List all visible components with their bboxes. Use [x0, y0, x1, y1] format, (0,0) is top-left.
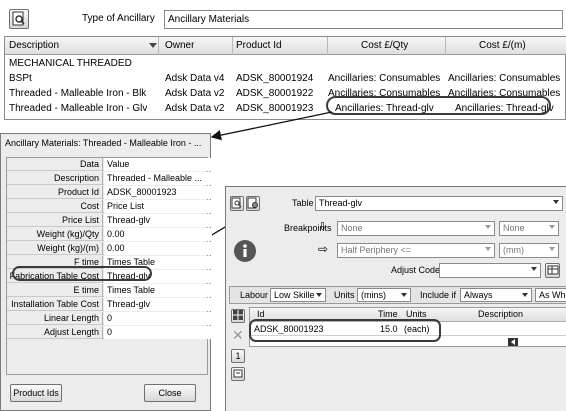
- property-label: Weight (kg)/(m): [7, 242, 103, 255]
- breakpoint-1-select[interactable]: None: [337, 221, 495, 236]
- chevron-down-icon: [553, 200, 559, 204]
- chevron-down-icon: [401, 293, 407, 297]
- chevron-down-icon: [549, 247, 555, 251]
- times-table-panel: Table Thread-glv Breakpoints ⇩ None None…: [225, 186, 566, 411]
- chevron-down-icon: [485, 247, 491, 251]
- edit-table-icon: [547, 265, 558, 275]
- labour-toolbar: Labour Low Skille Units (mins) Include i…: [229, 286, 566, 304]
- arrow-right-icon: ⇨: [318, 242, 329, 256]
- property-value: Times Table: [104, 284, 212, 297]
- col-description[interactable]: Description: [478, 309, 523, 319]
- property-row[interactable]: Weight (kg)/(m) 0.00: [7, 242, 212, 255]
- as-whole-select[interactable]: As Whol: [535, 288, 566, 302]
- export-button[interactable]: [231, 367, 245, 381]
- arrow-to-dialog: [210, 111, 333, 141]
- breakpoint-1-unit-value: None: [503, 223, 525, 233]
- property-row[interactable]: Linear Length 0: [7, 312, 212, 325]
- close-label: Close: [158, 388, 182, 398]
- col-units[interactable]: Units: [406, 309, 427, 319]
- product-ids-button[interactable]: Product Ids: [10, 384, 62, 402]
- property-row[interactable]: Cost Price List: [7, 200, 212, 213]
- breakpoint-1-value: None: [341, 223, 363, 233]
- property-value: Price List: [104, 200, 212, 213]
- breakpoint-2-select[interactable]: Half Periphery <=: [337, 243, 495, 258]
- property-value: ADSK_80001923: [104, 186, 212, 199]
- breakpoint-2-unit-value: (mm): [503, 245, 524, 255]
- times-row-highlight-ring: [249, 319, 441, 342]
- page-number-button[interactable]: 1: [231, 349, 245, 363]
- col-id[interactable]: Id: [257, 309, 265, 319]
- grid-header-label: Data: [7, 158, 103, 171]
- chevron-down-icon: [485, 225, 491, 229]
- adjust-code-label: Adjust Code: [391, 265, 441, 275]
- adjust-code-button[interactable]: [545, 263, 560, 278]
- page-number: 1: [235, 351, 241, 361]
- new-row-marker-icon: [508, 338, 518, 346]
- grid-icon: [233, 310, 243, 320]
- property-label: Installation Table Cost: [7, 298, 103, 311]
- property-value: Thread-glv: [104, 298, 212, 311]
- property-label: Weight (kg)/Qty: [7, 228, 103, 241]
- as-whole-value: As Whol: [539, 290, 566, 300]
- property-label: Adjust Length: [7, 326, 103, 339]
- include-if-select[interactable]: Always: [460, 288, 532, 302]
- property-row[interactable]: Weight (kg)/Qty 0.00: [7, 228, 212, 241]
- table-tools-button[interactable]: [246, 196, 260, 211]
- fabrication-highlight-ring: [12, 266, 152, 281]
- grid-view-button[interactable]: [231, 309, 245, 323]
- magnify-page-icon: [231, 197, 242, 209]
- property-row[interactable]: Description Threaded - Malleable ...: [7, 172, 212, 185]
- breakpoint-2-value: Half Periphery <=: [341, 245, 412, 255]
- product-ids-label: Product Ids: [13, 388, 59, 398]
- adjust-code-select[interactable]: [439, 263, 541, 278]
- table-settings-icon: [247, 197, 258, 209]
- property-value: Threaded - Malleable ...: [104, 172, 212, 185]
- chevron-down-icon: [531, 267, 537, 271]
- property-grid-header: Data Value: [7, 158, 212, 171]
- property-label: Linear Length: [7, 312, 103, 325]
- property-value: Thread-glv: [104, 214, 212, 227]
- table-select-value: Thread-glv: [319, 198, 363, 208]
- property-label: Cost: [7, 200, 103, 213]
- property-value: 0.00: [104, 228, 212, 241]
- property-label: Description: [7, 172, 103, 185]
- property-row[interactable]: Product Id ADSK_80001923: [7, 186, 212, 199]
- grid-header-value: Value: [104, 158, 212, 171]
- col-time[interactable]: Time: [378, 309, 398, 319]
- units-select[interactable]: (mins): [357, 288, 411, 302]
- dialog-title: Ancillary Materials: Threaded - Malleabl…: [5, 138, 202, 148]
- property-label: E time: [7, 284, 103, 297]
- breakpoint-1-unit-select[interactable]: None: [499, 221, 559, 236]
- property-row[interactable]: Installation Table Cost Thread-glv: [7, 298, 212, 311]
- property-value: 0: [104, 312, 212, 325]
- property-row[interactable]: Adjust Length 0: [7, 326, 212, 339]
- delete-row-icon[interactable]: ✕: [232, 327, 244, 344]
- include-if-value: Always: [464, 290, 493, 300]
- preview-button[interactable]: [230, 196, 244, 211]
- labour-select[interactable]: Low Skille: [270, 288, 326, 302]
- property-row[interactable]: E time Times Table: [7, 284, 212, 297]
- property-row[interactable]: Price List Thread-glv: [7, 214, 212, 227]
- info-icon: [234, 240, 256, 262]
- export-icon: [233, 369, 243, 378]
- units-value: (mins): [361, 290, 386, 300]
- include-if-label: Include if: [420, 290, 457, 300]
- table-label: Table: [292, 198, 314, 208]
- property-label: Product Id: [7, 186, 103, 199]
- close-button[interactable]: Close: [144, 384, 196, 402]
- labour-value: Low Skille: [274, 290, 315, 300]
- labour-label: Labour: [240, 290, 269, 300]
- breakpoint-2-unit-select[interactable]: (mm): [499, 243, 559, 258]
- table-select[interactable]: Thread-glv: [315, 196, 563, 211]
- property-value: 0: [104, 326, 212, 339]
- chevron-down-icon: [316, 293, 322, 297]
- arrow-down-icon: ⇩: [318, 221, 328, 233]
- chevron-down-icon: [549, 225, 555, 229]
- units-label: Units: [334, 290, 355, 300]
- chevron-down-icon: [522, 293, 528, 297]
- property-value: 0.00: [104, 242, 212, 255]
- property-label: Price List: [7, 214, 103, 227]
